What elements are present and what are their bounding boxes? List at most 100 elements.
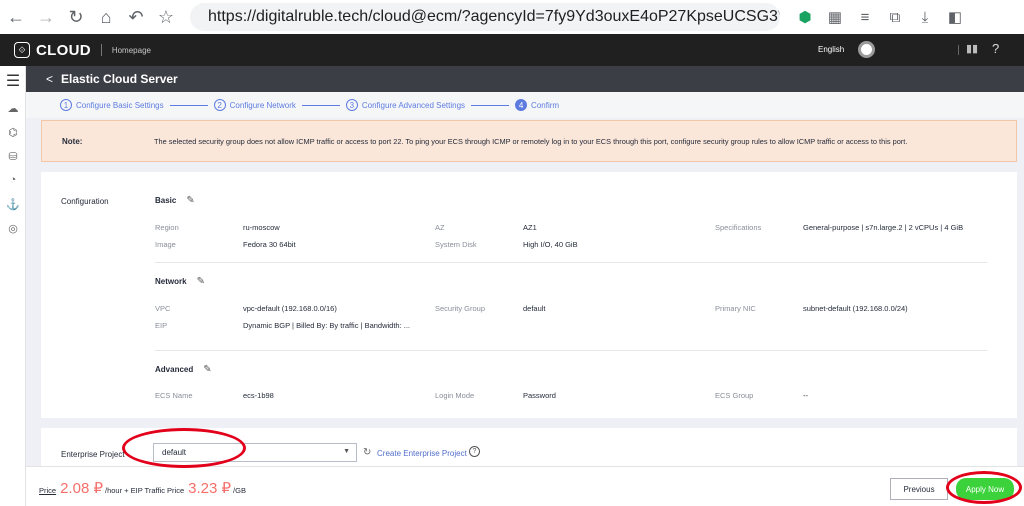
ecs-group-label: ECS Group [715, 391, 754, 400]
refresh-icon[interactable]: ↻ [363, 447, 371, 458]
step-confirm: 4 Confirm [515, 99, 559, 111]
wizard-steps: 1 Configure Basic Settings 2 Configure N… [26, 92, 1024, 118]
edit-network-icon[interactable]: ✎ [197, 276, 205, 287]
price-unit: /hour + EIP Traffic Price [105, 486, 185, 495]
ecs-name-label: ECS Name [155, 391, 193, 400]
vpc-label: VPC [155, 304, 171, 313]
header-divider [100, 44, 102, 56]
price-details-link[interactable]: Price [39, 486, 56, 495]
help-icon[interactable]: ? [992, 41, 999, 56]
az-value: AZ1 [523, 223, 537, 232]
monitor-icon[interactable]: ◎ [0, 216, 26, 240]
section-divider [155, 350, 987, 351]
image-label: Image [155, 240, 176, 249]
vpc-value: vpc-default (192.168.0.0/16) [243, 304, 337, 313]
back-arrow-icon[interactable]: ← [2, 3, 30, 31]
side-panel-icon[interactable]: ◧ [940, 8, 970, 26]
specifications-label: Specifications [715, 223, 762, 232]
enterprise-project-label: Enterprise Project [61, 450, 125, 459]
address-bar[interactable]: https://digitalruble.tech/cloud@ecm/?age… [190, 3, 780, 31]
system-disk-label: System Disk [435, 240, 477, 249]
homepage-link[interactable]: Homepage [112, 46, 151, 55]
step-connector [301, 104, 340, 106]
network-header: Network ✎ [155, 276, 205, 287]
security-note: Note: The selected security group does n… [41, 120, 1017, 162]
ecs-group-value: -- [803, 391, 808, 400]
stats-icon[interactable]: ▮▮ [966, 42, 978, 55]
primary-nic-label: Primary NIC [715, 304, 756, 313]
app-header: ⟐ CLOUD Homepage English ▮▮ ? [0, 34, 1024, 66]
step-label: Confirm [531, 100, 560, 110]
undo-icon[interactable]: ↶ [122, 3, 150, 31]
traffic-price: 3.23 ₽ [188, 480, 232, 497]
shield-extension-icon[interactable]: ⬢ [790, 8, 820, 26]
storage-icon[interactable]: ⛁ [0, 144, 26, 168]
section-divider [155, 262, 987, 263]
step-connector [169, 104, 208, 106]
page-title: Elastic Cloud Server [61, 72, 178, 86]
step-number: 4 [515, 99, 528, 111]
az-label: AZ [435, 223, 445, 232]
download-icon[interactable]: ⤓ [910, 9, 940, 26]
login-mode-value: Password [523, 391, 556, 400]
service-sidebar: ☰ ☁ ⌬ ⛁ ◔ ⚓ ◎ [0, 66, 26, 506]
browser-toolbar: ← → ↻ ⌂ ↶ ☆ https://digitalruble.tech/cl… [0, 0, 1024, 34]
reading-list-icon[interactable]: ≡ [850, 9, 880, 26]
bookmark-star-icon[interactable]: ☆ [152, 3, 180, 31]
cloud-icon[interactable]: ☁ [0, 96, 26, 120]
advanced-header: Advanced ✎ [155, 364, 212, 375]
edit-advanced-icon[interactable]: ✎ [203, 364, 211, 375]
edit-basic-icon[interactable]: ✎ [186, 195, 194, 206]
forward-arrow-icon[interactable]: → [32, 3, 60, 31]
crop-icon[interactable]: ⧉ [880, 9, 910, 26]
ecs-name-value: ecs-1b98 [243, 391, 274, 400]
avatar[interactable] [858, 41, 875, 58]
eip-value: Dynamic BGP | Billed By: By traffic | Ba… [243, 321, 411, 330]
network-title: Network [155, 277, 187, 286]
configuration-title: Configuration [61, 197, 109, 206]
apply-now-button[interactable]: Apply Now [956, 478, 1014, 500]
reload-icon[interactable]: ↻ [62, 3, 90, 31]
menu-icon[interactable]: ☰ [0, 66, 26, 96]
more-menu-icon[interactable]: ⋮ [1010, 8, 1024, 26]
step-basic-settings[interactable]: 1 Configure Basic Settings [60, 99, 214, 111]
enterprise-project-select[interactable]: default ▼ [153, 443, 357, 462]
brand-name: CLOUD [36, 41, 91, 59]
security-group-value: default [523, 304, 546, 313]
language-selector[interactable]: English [818, 45, 844, 54]
previous-button[interactable]: Previous [890, 478, 948, 500]
note-text: The selected security group does not all… [154, 136, 908, 146]
create-enterprise-project-link[interactable]: Create Enterprise Project [377, 449, 467, 458]
advanced-title: Advanced [155, 365, 194, 374]
basic-title: Basic [155, 196, 177, 205]
step-network[interactable]: 2 Configure Network [213, 99, 346, 111]
step-advanced-settings[interactable]: 3 Configure Advanced Settings [345, 99, 515, 111]
step-label: Configure Basic Settings [76, 100, 164, 110]
step-number: 1 [60, 99, 72, 111]
login-mode-label: Login Mode [435, 391, 475, 400]
help-icon[interactable]: ? [469, 446, 480, 457]
brand-logo[interactable]: ⟐ CLOUD [14, 42, 91, 59]
region-label: Region [155, 223, 179, 232]
basic-header: Basic ✎ [155, 195, 195, 206]
enterprise-project-value: default [162, 448, 187, 457]
traffic-unit: /GB [233, 486, 246, 495]
step-label: Configure Advanced Settings [361, 100, 466, 110]
extension-grid-icon[interactable]: ▦ [820, 8, 850, 26]
security-group-label: Security Group [435, 304, 486, 313]
cloud-logo-icon: ⟐ [14, 42, 30, 58]
note-label: Note: [62, 136, 83, 146]
image-value: Fedora 30 64bit [243, 240, 296, 249]
enterprise-project-row: Enterprise Project default ▼ ↻ Create En… [41, 428, 1017, 466]
back-chevron-icon[interactable]: < [46, 72, 53, 86]
anchor-icon[interactable]: ⚓ [0, 192, 26, 216]
hourly-price: 2.08 ₽ [60, 480, 103, 497]
home-icon[interactable]: ⌂ [92, 3, 120, 31]
step-number: 2 [213, 99, 226, 111]
step-connector [471, 104, 510, 106]
network-icon[interactable]: ◔ [0, 168, 26, 192]
step-label: Configure Network [229, 100, 296, 110]
dropdown-caret-icon: ▼ [343, 448, 350, 455]
compute-icon[interactable]: ⌬ [0, 120, 26, 144]
url-text: https://digitalruble.tech/cloud@ecm/?age… [208, 8, 780, 25]
